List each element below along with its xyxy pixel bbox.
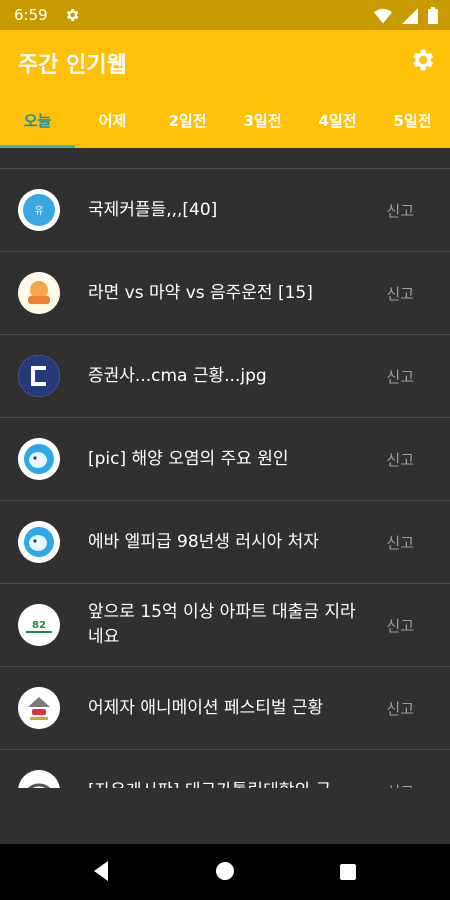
list-divider (0, 148, 450, 169)
dome-logo-icon (18, 770, 60, 788)
report-button[interactable]: 신고 (386, 750, 414, 789)
blue-bird-logo-icon (18, 438, 60, 480)
settings-gear-icon[interactable] (408, 46, 436, 74)
list-item[interactable]: [pic] 해양 오염의 주요 원인 신고 (0, 418, 450, 501)
tab-2-days-ago[interactable]: 2일전 (150, 102, 225, 148)
list-item[interactable]: 유 국제커플들,,,[40] 신고 (0, 169, 450, 252)
app-title: 주간 인기웹 (18, 53, 127, 78)
tab-4-days-ago[interactable]: 4일전 (300, 102, 375, 148)
post-title: 어제자 애니메이션 페스티벌 근황 (88, 697, 324, 718)
post-title: 라면 vs 마약 vs 음주운전 [15] (88, 282, 313, 303)
report-button[interactable]: 신고 (386, 252, 414, 334)
battery-icon (428, 7, 438, 24)
back-icon[interactable] (92, 860, 110, 882)
day-tabs: 오늘 어제 2일전 3일전 4일전 5일전 (0, 102, 450, 148)
blue-bird-logo-icon (18, 521, 60, 563)
report-button[interactable]: 신고 (386, 335, 414, 417)
post-title: 앞으로 15억 이상 아파트 대출금 지라네요 (88, 602, 356, 647)
home-icon[interactable] (216, 862, 234, 880)
status-bar: 6:59 (0, 0, 450, 30)
post-title: 증권사...cma 근황...jpg (88, 365, 267, 386)
system-nav-bar (0, 844, 450, 900)
post-title: 에바 엘피급 98년생 러시아 처자 (88, 531, 319, 552)
recents-icon[interactable] (340, 864, 356, 880)
list-item[interactable]: 어제자 애니메이션 페스티벌 근황 신고 (0, 667, 450, 750)
report-button[interactable]: 신고 (386, 501, 414, 583)
today-humor-logo-icon (18, 272, 60, 314)
list-item[interactable]: [자유게시판] 대구가톨릭대학의 급 신고 (0, 750, 450, 788)
report-button[interactable]: 신고 (386, 418, 414, 500)
settings-notification-icon (66, 9, 79, 21)
tab-today[interactable]: 오늘 (0, 102, 75, 148)
list-item[interactable]: 에바 엘피급 98년생 러시아 처자 신고 (0, 501, 450, 584)
report-button[interactable]: 신고 (386, 667, 414, 749)
status-time: 6:59 (14, 6, 48, 24)
wooyou-logo-icon: 유 (18, 189, 60, 231)
tab-5-days-ago[interactable]: 5일전 (375, 102, 450, 148)
svg-text:82: 82 (32, 620, 46, 631)
tab-yesterday[interactable]: 어제 (75, 102, 150, 148)
post-list[interactable]: 유 국제커플들,,,[40] 신고 라면 vs 마약 vs 음주운전 [15] … (0, 148, 450, 788)
app-bar: 주간 인기웹 오늘 어제 2일전 3일전 4일전 5일전 (0, 30, 450, 148)
humor-bird-logo-icon (18, 687, 60, 729)
82cook-logo-icon: 82 (18, 604, 60, 646)
tab-3-days-ago[interactable]: 3일전 (225, 102, 300, 148)
report-button[interactable]: 신고 (386, 584, 414, 666)
list-item[interactable]: 라면 vs 마약 vs 음주운전 [15] 신고 (0, 252, 450, 335)
list-item[interactable]: 증권사...cma 근황...jpg 신고 (0, 335, 450, 418)
wifi-icon (374, 8, 392, 23)
list-item[interactable]: 82 앞으로 15억 이상 아파트 대출금 지라네요 신고 (0, 584, 450, 667)
post-title: [자유게시판] 대구가톨릭대학의 급 (88, 750, 370, 789)
signal-icon (402, 7, 418, 24)
post-title: 국제커플들,,,[40] (88, 199, 218, 220)
report-button[interactable]: 신고 (386, 169, 414, 251)
svg-text:유: 유 (34, 205, 43, 217)
blue-c-logo-icon (18, 355, 60, 397)
post-title: [pic] 해양 오염의 주요 원인 (88, 448, 289, 469)
